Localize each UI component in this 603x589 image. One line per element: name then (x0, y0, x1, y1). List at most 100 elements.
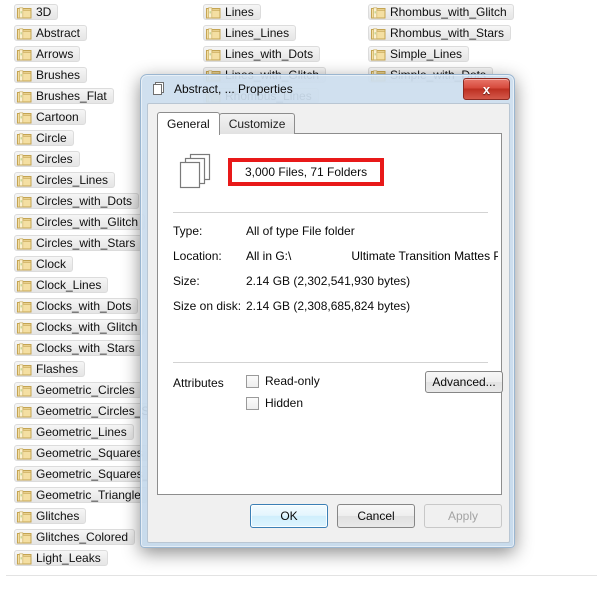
folder-item[interactable]: Geometric_Squares_ (14, 466, 157, 482)
tabstrip: General Customize (157, 112, 296, 135)
folder-icon (17, 6, 32, 19)
hidden-checkbox[interactable] (246, 396, 259, 410)
folder-item[interactable]: Circles_Lines (14, 172, 116, 188)
folder-item[interactable]: 3D (14, 4, 59, 20)
folder-icon (206, 6, 221, 19)
folder-icon (17, 237, 32, 250)
folder-item[interactable]: Glitches (14, 508, 87, 524)
divider-attributes (173, 362, 488, 363)
folder-item-label: Lines_with_Dots (225, 47, 314, 61)
size-on-disk-value: 2.14 GB (2,308,685,824 bytes) (246, 299, 411, 313)
folder-icon (17, 552, 32, 565)
folder-item-label: Cartoon (36, 110, 79, 124)
folder-item[interactable]: Flashes (14, 361, 86, 377)
folder-item[interactable]: Lines (203, 4, 261, 20)
folder-icon (17, 132, 32, 145)
folder-item[interactable]: Abstract (14, 25, 88, 41)
info-row-size: Size: 2.14 GB (2,302,541,930 bytes) (173, 274, 503, 299)
folder-item[interactable]: Geometric_Circles (14, 382, 142, 398)
folder-item[interactable]: Clocks_with_Stars (14, 340, 142, 356)
folder-item-label: Lines (225, 5, 254, 19)
folder-item[interactable]: Clocks_with_Dots (14, 298, 139, 314)
folder-item-label: Clocks_with_Glitch (36, 320, 138, 334)
cancel-button[interactable]: Cancel (337, 504, 415, 528)
folder-item-label: Circles_Lines (36, 173, 109, 187)
folder-icon (17, 405, 32, 418)
apply-button-label: Apply (447, 509, 479, 523)
folder-item[interactable]: Clock_Lines (14, 277, 109, 293)
location-label: Location: (173, 249, 222, 263)
folder-item-label: Geometric_Squares_ (36, 467, 150, 481)
folder-icon (17, 153, 32, 166)
folder-item[interactable]: Rhombus_with_Stars (367, 25, 512, 41)
folder-item-label: Geometric_Triangle (36, 488, 141, 502)
folder-item[interactable]: Simple_Lines (367, 46, 469, 62)
folder-item[interactable]: Circles_with_Glitch (14, 214, 146, 230)
folder-item[interactable]: Circles (14, 151, 80, 167)
tab-customize-label: Customize (228, 117, 286, 131)
folder-item-label: Abstract (36, 26, 81, 40)
folder-item[interactable]: Circle (14, 130, 74, 146)
folder-item-label: Circles_with_Stars (36, 236, 136, 250)
multi-file-icon (151, 81, 167, 97)
ok-button[interactable]: OK (250, 504, 328, 528)
folder-item[interactable]: Brushes_Flat (14, 88, 114, 104)
advanced-button[interactable]: Advanced... (425, 371, 503, 393)
dialog-titlebar[interactable]: Abstract, ... Properties x (141, 75, 514, 103)
folder-item-label: Circles (36, 152, 73, 166)
tab-customize[interactable]: Customize (218, 113, 296, 134)
folder-item[interactable]: Geometric_Circles_S (14, 403, 157, 419)
folder-item[interactable]: Lines_with_Dots (203, 46, 321, 62)
size-on-disk-label: Size on disk: (173, 299, 242, 313)
folder-item[interactable]: Circles_with_Stars (14, 235, 143, 251)
folder-item[interactable]: Cartoon (14, 109, 86, 125)
folder-icon (17, 468, 32, 481)
folder-item[interactable]: Glitches_Colored (14, 529, 136, 545)
tab-general-label: General (167, 117, 210, 131)
readonly-checkbox-row[interactable]: Read-only (246, 374, 320, 388)
tab-general[interactable]: General (157, 112, 220, 135)
folder-item[interactable]: Clock (14, 256, 74, 272)
advanced-button-label: Advanced... (432, 375, 496, 389)
folder-item[interactable]: Arrows (14, 46, 81, 62)
folder-item-label: Brushes_Flat (36, 89, 107, 103)
folder-item[interactable]: Brushes (14, 67, 88, 83)
folder-item[interactable]: Circles_with_Dots (14, 193, 140, 209)
folder-icon (17, 363, 32, 376)
apply-button: Apply (424, 504, 502, 528)
folder-item-label: Clock (36, 257, 67, 271)
folder-item[interactable]: Geometric_Lines (14, 424, 134, 440)
folder-icon (17, 321, 32, 334)
close-button[interactable]: x (463, 78, 510, 100)
size-value: 2.14 GB (2,302,541,930 bytes) (246, 274, 411, 288)
folder-item-label: Glitches_Colored (36, 530, 129, 544)
folder-icon (17, 447, 32, 460)
files-folders-count: 3,000 Files, 71 Folders (245, 165, 368, 179)
location-gap (291, 249, 351, 263)
folder-item[interactable]: Clocks_with_Glitch (14, 319, 145, 335)
folder-icon (17, 216, 32, 229)
readonly-checkbox[interactable] (246, 374, 259, 388)
folder-icon (17, 342, 32, 355)
folder-item[interactable]: Light_Leaks (14, 550, 108, 566)
dialog-footer: OK Cancel Apply (157, 503, 502, 529)
folder-item[interactable]: Geometric_Squares (14, 445, 150, 461)
folder-item-label: Brushes (36, 68, 81, 82)
hidden-label: Hidden (265, 396, 304, 410)
size-label: Size: (173, 274, 200, 288)
folder-item-label: Light_Leaks (36, 551, 101, 565)
info-block: Type: All of type File folder Location: … (173, 224, 503, 324)
folder-icon (370, 27, 386, 40)
folder-item[interactable]: Lines_Lines (203, 25, 297, 41)
location-value-path: Ultimate Transition Mattes Pac (351, 249, 498, 263)
hidden-checkbox-row[interactable]: Hidden (246, 396, 303, 410)
folder-icon (17, 27, 32, 40)
folder-item[interactable]: Rhombus_with_Glitch (367, 4, 514, 20)
folder-icon (17, 300, 32, 313)
folder-item-label: Geometric_Lines (36, 425, 127, 439)
folder-icon (17, 489, 32, 502)
folder-icon (17, 90, 32, 103)
folder-item[interactable]: Geometric_Triangle (14, 487, 148, 503)
folder-item-label: Geometric_Circles_S (36, 404, 150, 418)
folder-item-label: Rhombus_with_Glitch (389, 5, 507, 19)
